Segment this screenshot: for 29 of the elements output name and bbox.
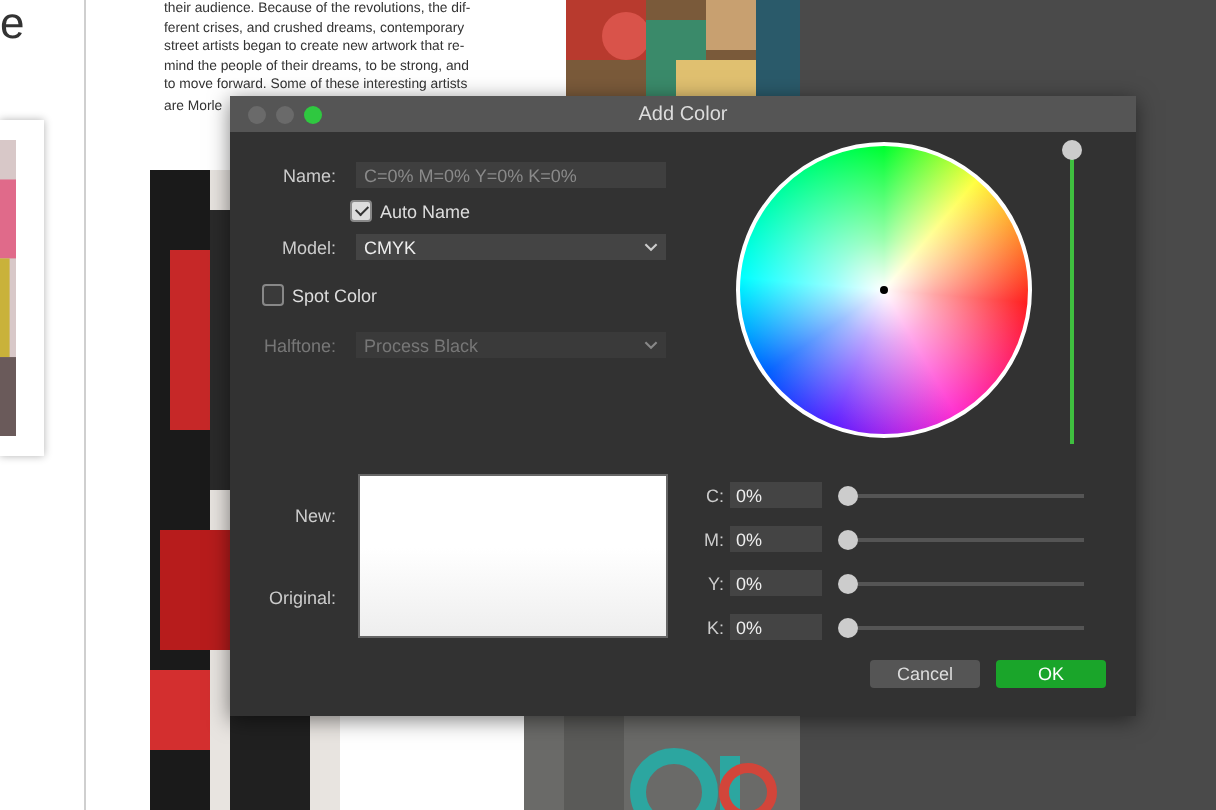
cancel-button[interactable]: Cancel xyxy=(870,660,980,688)
channel-field[interactable]: 0% xyxy=(730,570,822,596)
slider-thumb[interactable] xyxy=(838,529,858,549)
model-label: Model: xyxy=(279,237,336,257)
original-label: Original: xyxy=(268,587,336,607)
checkbox-icon[interactable] xyxy=(350,200,372,222)
channel-field[interactable]: 0% xyxy=(730,526,822,552)
new-label: New: xyxy=(294,505,336,525)
auto-name-checkbox[interactable]: Auto Name xyxy=(350,200,471,222)
slider-thumb[interactable] xyxy=(838,485,858,505)
wheel-marker[interactable] xyxy=(880,286,888,294)
slider-thumb[interactable] xyxy=(1062,140,1082,160)
window-title: Add Color xyxy=(638,103,728,125)
slider-thumb[interactable] xyxy=(838,617,858,637)
channel-field[interactable]: 0% xyxy=(730,614,822,640)
halftone-label: Halftone: xyxy=(262,335,336,355)
channel-label: M: xyxy=(702,529,724,549)
model-dropdown[interactable]: CMYK xyxy=(356,234,666,260)
name-label: Name: xyxy=(280,165,336,185)
channel-label: Y: xyxy=(705,573,724,593)
channel-label: C: xyxy=(704,485,724,505)
channel-label: K: xyxy=(704,617,724,637)
checkbox-icon[interactable] xyxy=(262,284,284,306)
slider-thumb[interactable] xyxy=(838,573,858,593)
spot-color-checkbox[interactable]: Spot Color xyxy=(262,284,378,306)
channel-field[interactable]: 0% xyxy=(730,482,822,508)
zoom-icon[interactable] xyxy=(304,105,322,123)
chevron-icon[interactable] xyxy=(644,242,658,252)
heading-text: e xyxy=(0,0,25,48)
